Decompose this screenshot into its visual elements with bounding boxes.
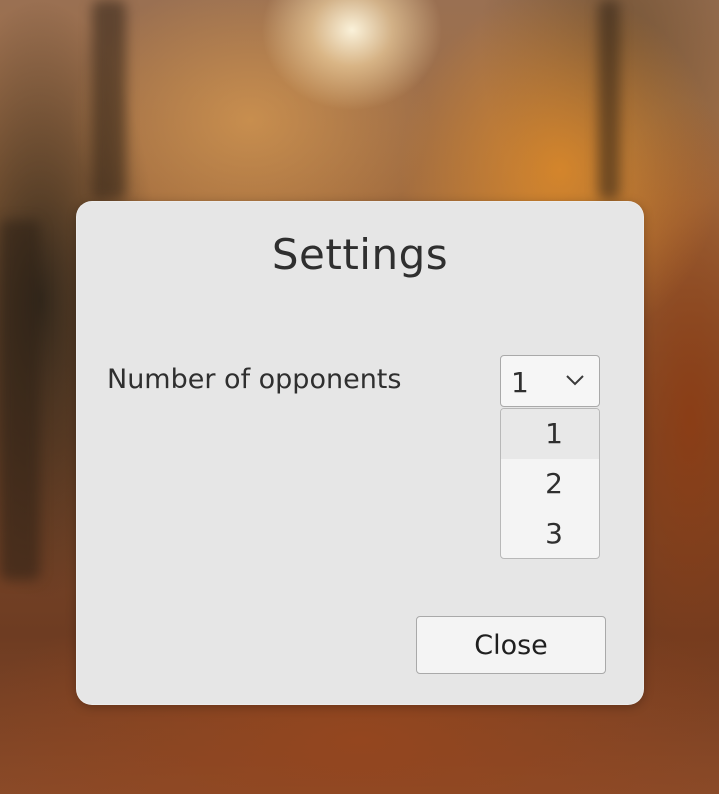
- background-tree-trunk: [0, 220, 40, 580]
- opponents-label: Number of opponents: [107, 364, 402, 395]
- opponents-select-value: 1: [511, 366, 529, 399]
- dialog-title: Settings: [271, 230, 449, 279]
- settings-dialog: Settings Number of opponents 1 1 2 3 Clo…: [76, 201, 644, 705]
- opponents-select[interactable]: 1: [500, 355, 600, 407]
- background-tree-trunk: [598, 0, 620, 200]
- dropdown-option-2[interactable]: 2: [501, 459, 599, 509]
- background-tree-trunk: [92, 0, 126, 200]
- opponents-dropdown-list: 1 2 3: [500, 408, 600, 559]
- dropdown-option-1[interactable]: 1: [501, 409, 599, 459]
- close-button[interactable]: Close: [416, 616, 606, 674]
- chevron-down-icon: [566, 375, 584, 386]
- dropdown-option-3[interactable]: 3: [501, 509, 599, 558]
